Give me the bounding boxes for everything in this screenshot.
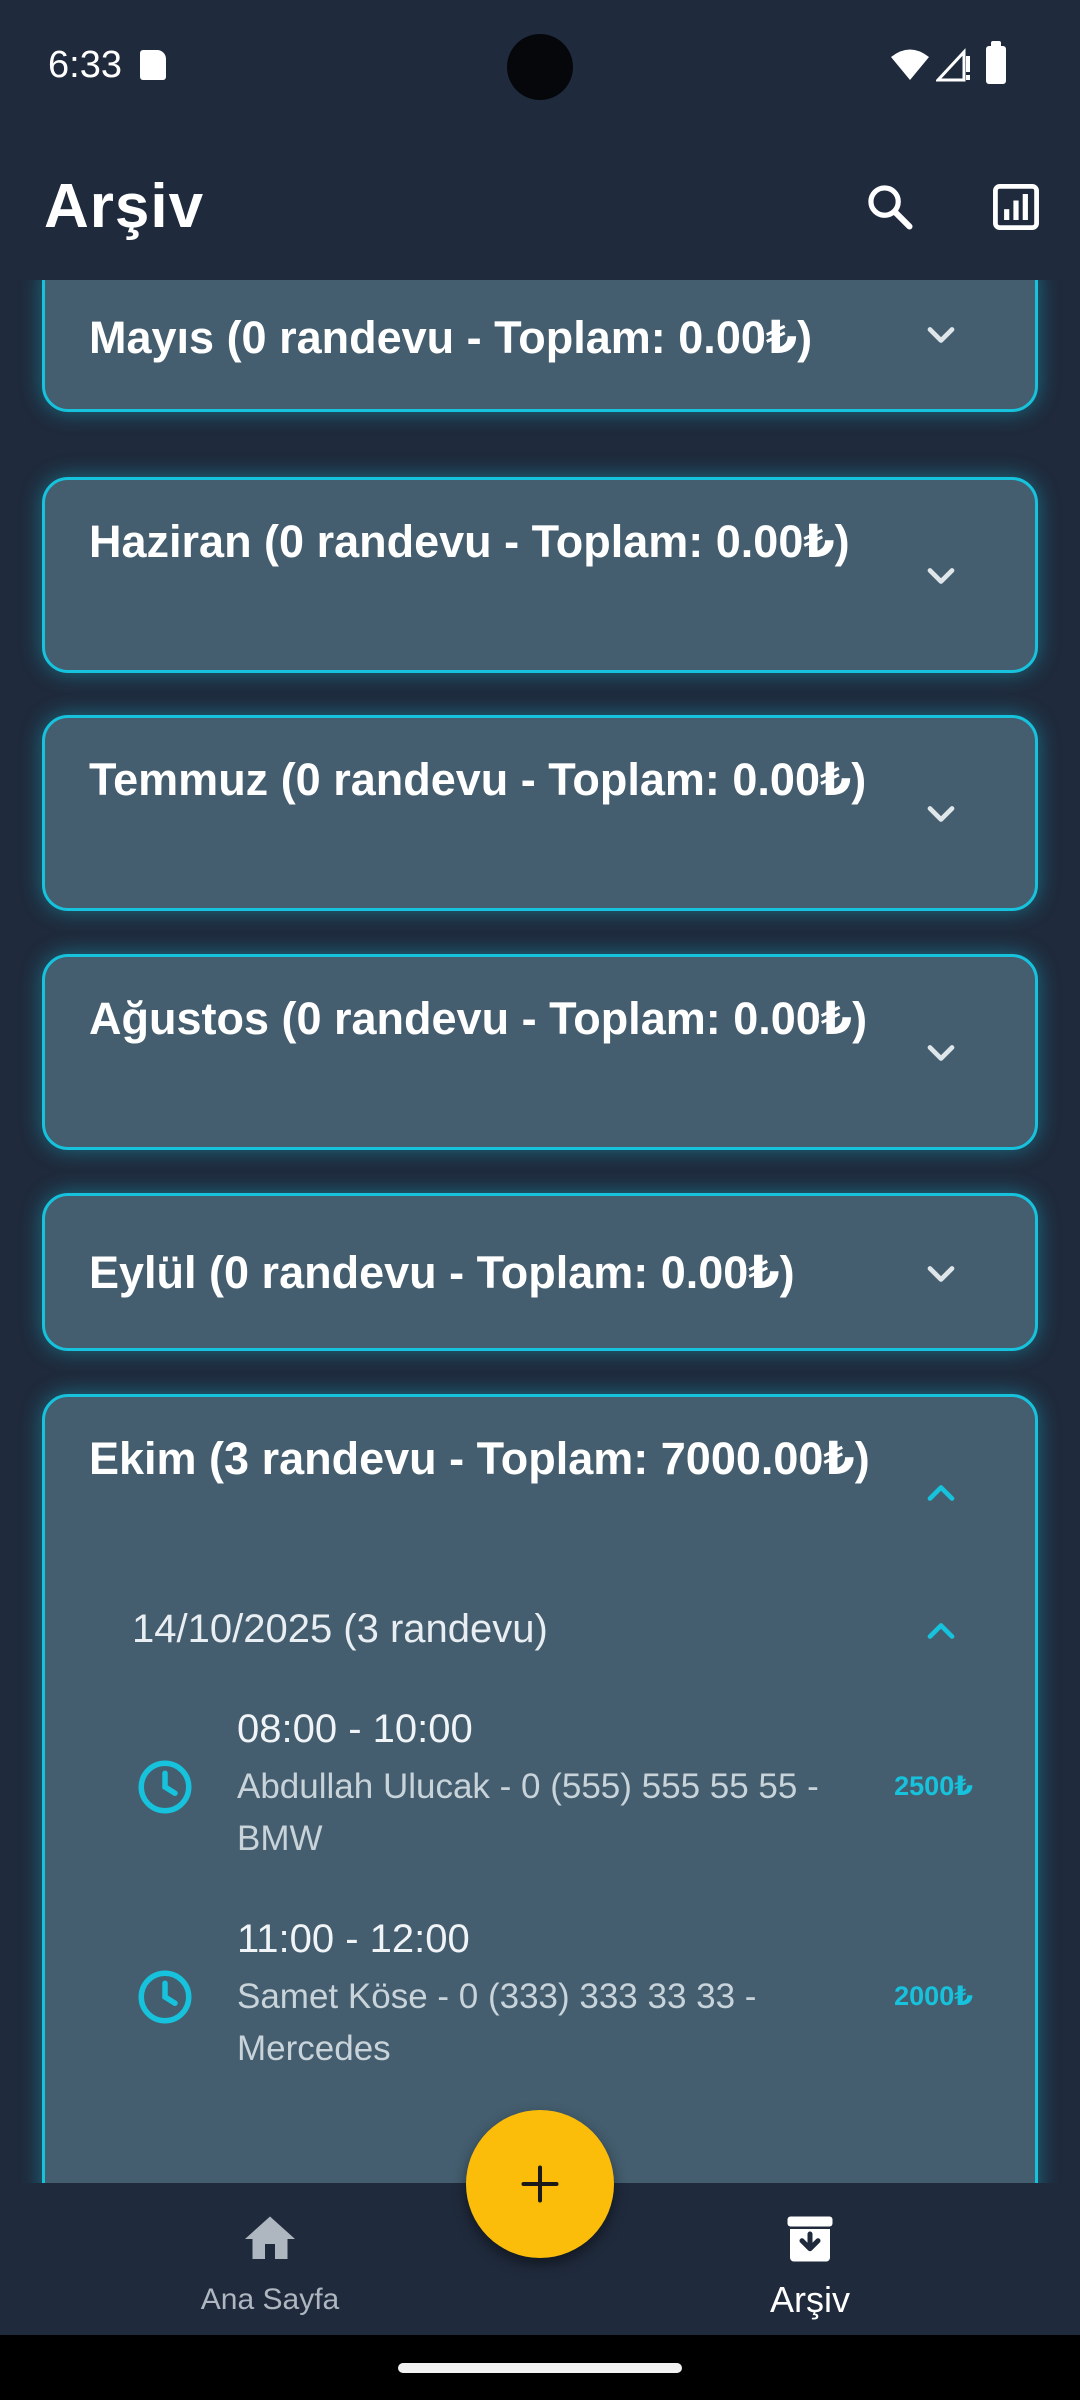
month-header[interactable]: Ekim (3 randevu - Toplam: 7000.00₺) bbox=[45, 1397, 1035, 1577]
search-icon bbox=[868, 185, 913, 230]
month-title: Temmuz (0 randevu - Toplam: 0.00₺) bbox=[89, 754, 867, 805]
signal-icon bbox=[936, 48, 970, 82]
clock-icon bbox=[138, 1760, 192, 1814]
add-appointment-button[interactable] bbox=[466, 2110, 614, 2258]
chevron-down-icon bbox=[927, 568, 955, 584]
camera-cutout bbox=[507, 34, 573, 100]
chevron-up-icon bbox=[927, 1623, 955, 1639]
app-bar: Arşiv bbox=[0, 135, 1080, 280]
chevron-down-icon bbox=[927, 806, 955, 822]
appointment-price: 2500₺ bbox=[894, 1771, 973, 1801]
appointment-time: 08:00 - 10:00 bbox=[237, 1707, 473, 1751]
month-card-mayis[interactable]: Mayıs (0 randevu - Toplam: 0.00₺) bbox=[42, 280, 1038, 412]
month-title: Eylül (0 randevu - Toplam: 0.00₺) bbox=[89, 1247, 795, 1298]
appointment-price: 2000₺ bbox=[894, 1981, 973, 2011]
nav-item-home[interactable]: Ana Sayfa bbox=[120, 2183, 420, 2335]
wifi-icon bbox=[891, 49, 929, 80]
appointment-time: 11:00 - 12:00 bbox=[237, 1917, 470, 1961]
nav-label-archive: Arşiv bbox=[770, 2279, 850, 2320]
day-row[interactable]: 14/10/2025 (3 randevu) bbox=[45, 1577, 1035, 1687]
clock-icon bbox=[138, 1970, 192, 2024]
sd-card-icon bbox=[140, 50, 166, 80]
month-card-eylul[interactable]: Eylül (0 randevu - Toplam: 0.00₺) bbox=[42, 1193, 1038, 1351]
gesture-bar bbox=[0, 2335, 1080, 2400]
appointment-item[interactable]: 11:00 - 12:00 Samet Köse - 0 (333) 333 3… bbox=[45, 1917, 1035, 2117]
bar-chart-icon bbox=[993, 184, 1039, 230]
month-card-haziran[interactable]: Haziran (0 randevu - Toplam: 0.00₺) bbox=[42, 477, 1038, 673]
home-gesture-handle[interactable] bbox=[398, 2363, 682, 2373]
appointment-item[interactable]: 08:00 - 10:00 Abdullah Ulucak - 0 (555) … bbox=[45, 1707, 1035, 1907]
month-title: Haziran (0 randevu - Toplam: 0.00₺) bbox=[89, 516, 850, 567]
chevron-down-icon bbox=[927, 1266, 955, 1282]
month-card-ekim[interactable]: Ekim (3 randevu - Toplam: 7000.00₺) 14/1… bbox=[42, 1394, 1038, 2183]
appointment-details: Abdullah Ulucak - 0 (555) 555 55 55 - BM… bbox=[237, 1767, 819, 1858]
month-title: Mayıs (0 randevu - Toplam: 0.00₺) bbox=[89, 312, 813, 363]
month-title: Ekim (3 randevu - Toplam: 7000.00₺) bbox=[89, 1433, 870, 1484]
chevron-down-icon bbox=[927, 327, 955, 343]
status-bar: 6:33 bbox=[0, 0, 1080, 135]
nav-label-home: Ana Sayfa bbox=[200, 2283, 340, 2316]
month-title: Ağustos (0 randevu - Toplam: 0.00₺) bbox=[89, 993, 868, 1044]
page-title: Arşiv bbox=[44, 172, 205, 241]
battery-icon bbox=[986, 41, 1006, 84]
search-button[interactable] bbox=[854, 171, 926, 243]
archive-list[interactable]: Mayıs (0 randevu - Toplam: 0.00₺) Hazira… bbox=[0, 280, 1080, 2183]
appointment-details: Samet Köse - 0 (333) 333 33 33 - Mercede… bbox=[237, 1977, 757, 2068]
plus-icon bbox=[521, 2165, 559, 2203]
month-card-temmuz[interactable]: Temmuz (0 randevu - Toplam: 0.00₺) bbox=[42, 715, 1038, 911]
statistics-button[interactable] bbox=[980, 171, 1052, 243]
chevron-down-icon bbox=[927, 1045, 955, 1061]
status-time: 6:33 bbox=[48, 44, 122, 86]
day-label: 14/10/2025 (3 randevu) bbox=[132, 1607, 548, 1651]
nav-item-archive[interactable]: Arşiv bbox=[660, 2183, 960, 2335]
archive-icon bbox=[787, 2216, 833, 2262]
chevron-up-icon bbox=[927, 1485, 955, 1501]
home-icon bbox=[245, 2216, 295, 2259]
month-card-agustos[interactable]: Ağustos (0 randevu - Toplam: 0.00₺) bbox=[42, 954, 1038, 1150]
